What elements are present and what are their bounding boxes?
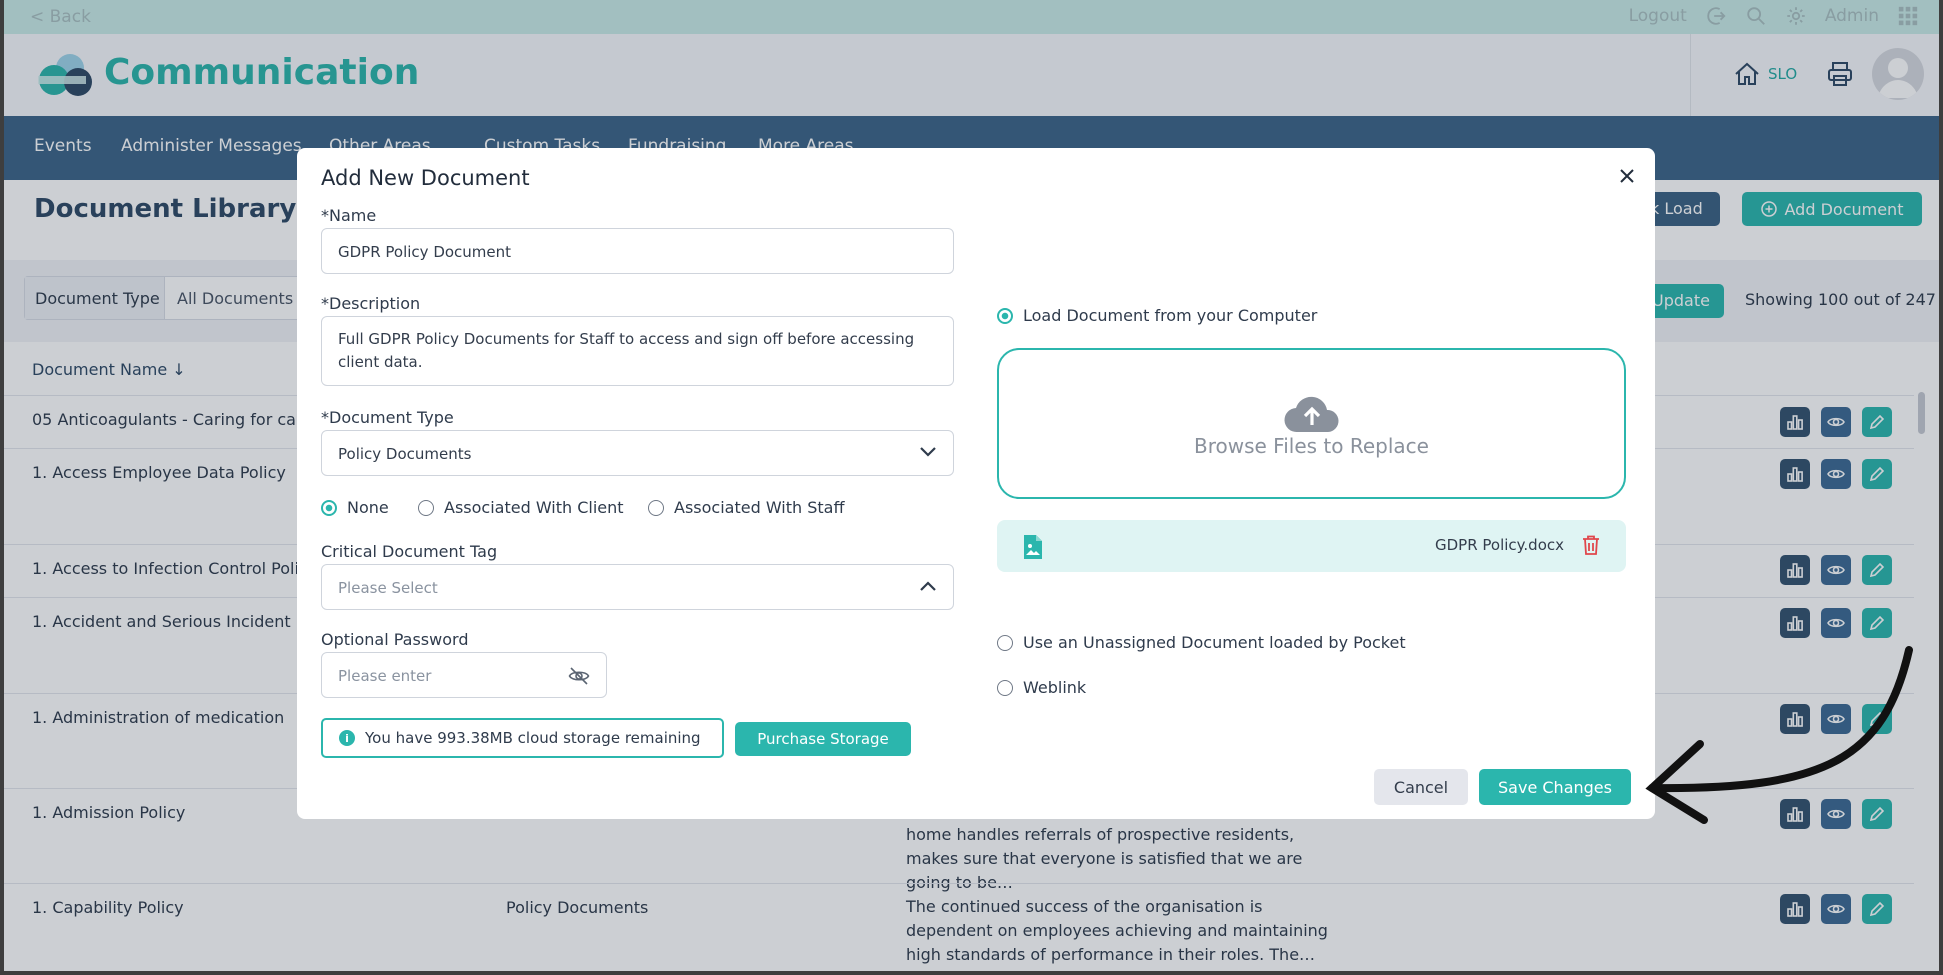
radio-unselected-icon [997, 679, 1013, 696]
uploaded-file-name: GDPR Policy.docx [1434, 536, 1564, 554]
critical-tag-select[interactable]: Please Select [321, 564, 954, 610]
name-label: *Name [321, 206, 377, 225]
source-unassigned-label: Use an Unassigned Document loaded by Poc… [1023, 633, 1406, 652]
storage-remaining-text: You have 993.38MB cloud storage remainin… [365, 729, 701, 747]
source-unassigned-radio[interactable]: Use an Unassigned Document loaded by Poc… [997, 633, 1406, 652]
name-input-value: GDPR Policy Document [338, 243, 512, 261]
purchase-storage-button[interactable]: Purchase Storage [735, 722, 911, 756]
radio-unselected-icon [997, 634, 1013, 651]
browse-files-label: Browse Files to Replace [1194, 434, 1429, 458]
radio-selected-icon [321, 499, 337, 516]
association-none-radio[interactable]: None [321, 498, 389, 517]
radio-unselected-icon [648, 499, 664, 516]
cloud-upload-icon [1284, 396, 1339, 433]
chevron-down-icon [920, 447, 936, 457]
eye-off-icon[interactable] [568, 665, 590, 687]
annotation-arrow-icon [1645, 646, 1913, 824]
association-staff-label: Associated With Staff [674, 498, 845, 517]
source-computer-label: Load Document from your Computer [1023, 306, 1318, 325]
modal-title: Add New Document [321, 166, 530, 190]
description-value: Full GDPR Policy Documents for Staff to … [338, 330, 915, 371]
app-window: < Back Logout Admin Communication SLO Ev… [4, 0, 1939, 971]
password-placeholder: Please enter [338, 667, 432, 685]
storage-remaining-notice: i You have 993.38MB cloud storage remain… [321, 718, 724, 758]
uploaded-file: GDPR Policy.docx [997, 520, 1626, 572]
source-weblink-label: Weblink [1023, 678, 1087, 697]
trash-icon[interactable] [1582, 535, 1600, 555]
chevron-up-icon [920, 581, 936, 591]
file-image-icon [1024, 535, 1042, 559]
association-none-label: None [347, 498, 389, 517]
radio-selected-icon [997, 307, 1013, 324]
description-textarea[interactable]: Full GDPR Policy Documents for Staff to … [321, 316, 954, 386]
description-label: *Description [321, 294, 421, 313]
password-input[interactable]: Please enter [321, 652, 607, 698]
close-icon[interactable] [1615, 164, 1639, 188]
info-icon: i [339, 730, 355, 746]
password-label: Optional Password [321, 630, 469, 649]
document-type-label: *Document Type [321, 408, 454, 427]
add-document-modal: Add New Document *Name GDPR Policy Docum… [297, 148, 1655, 819]
critical-tag-placeholder: Please Select [338, 579, 438, 597]
file-drop-zone[interactable]: Browse Files to Replace [997, 348, 1626, 499]
name-input[interactable]: GDPR Policy Document [321, 228, 954, 274]
critical-tag-label: Critical Document Tag [321, 542, 498, 561]
association-staff-radio[interactable]: Associated With Staff [648, 498, 844, 517]
save-changes-button[interactable]: Save Changes [1479, 769, 1631, 805]
source-weblink-radio[interactable]: Weblink [997, 678, 1086, 697]
document-type-value: Policy Documents [338, 445, 472, 463]
cancel-button[interactable]: Cancel [1374, 769, 1468, 805]
association-client-label: Associated With Client [444, 498, 624, 517]
radio-unselected-icon [418, 499, 434, 516]
source-computer-radio[interactable]: Load Document from your Computer [997, 306, 1317, 325]
association-client-radio[interactable]: Associated With Client [418, 498, 624, 517]
document-type-select[interactable]: Policy Documents [321, 430, 954, 476]
